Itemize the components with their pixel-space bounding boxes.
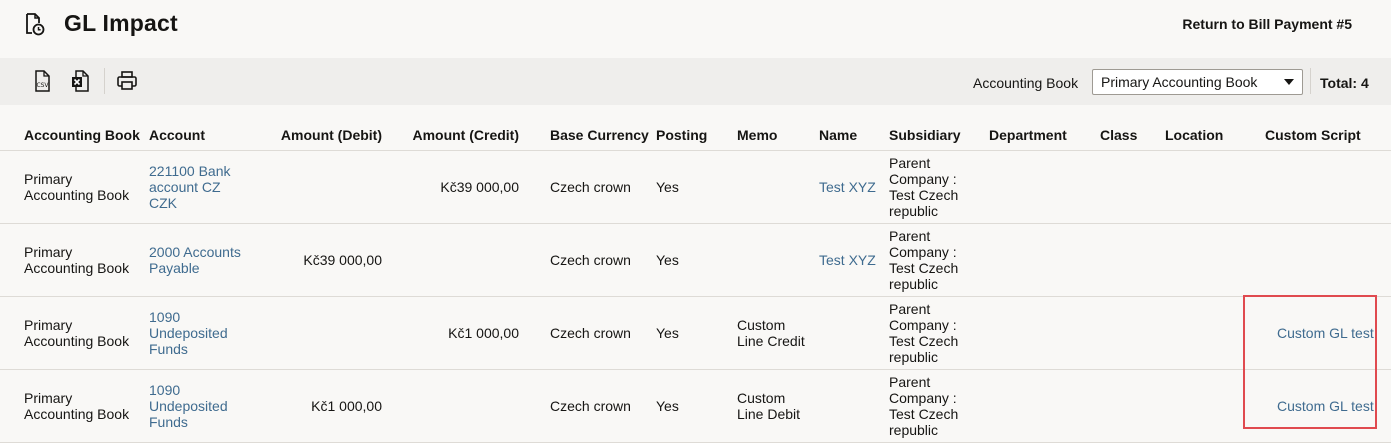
cell-department — [983, 368, 1094, 443]
excel-export-icon[interactable] — [70, 70, 92, 92]
cell-department — [983, 295, 1094, 369]
table-row: Primary Accounting Book 2000 Accounts Pa… — [0, 222, 1391, 296]
header-amount-debit[interactable]: Amount (Debit) — [249, 120, 388, 150]
cell-accounting-book: Primary Accounting Book — [0, 368, 143, 443]
cell-memo: Custom Line Debit — [731, 368, 813, 443]
header-memo[interactable]: Memo — [731, 120, 813, 150]
cell-memo: Custom Line Credit — [731, 295, 813, 369]
header-base-currency[interactable]: Base Currency — [525, 120, 650, 150]
cell-base-currency: Czech crown — [525, 295, 650, 369]
accounting-book-selected-value: Primary Accounting Book — [1101, 74, 1258, 90]
gl-impact-table: Accounting Book Account Amount (Debit) A… — [0, 120, 1391, 443]
cell-custom-script-link[interactable]: Custom GL test — [1247, 295, 1391, 369]
cell-memo — [731, 149, 813, 223]
print-icon[interactable] — [116, 70, 138, 92]
cell-name-link[interactable] — [813, 368, 883, 443]
cell-class — [1094, 222, 1159, 296]
cell-class — [1094, 368, 1159, 443]
cell-custom-script-link[interactable]: Custom GL test — [1247, 368, 1391, 443]
return-to-bill-payment-link[interactable]: Return to Bill Payment #5 — [1182, 16, 1352, 32]
cell-amount-credit — [388, 222, 525, 296]
cell-amount-debit — [249, 295, 388, 369]
cell-account-link[interactable]: 1090 Undeposited Funds — [143, 368, 249, 443]
cell-account-link[interactable]: 221100 Bank account CZ CZK — [143, 149, 249, 223]
cell-name-link[interactable]: Test XYZ — [813, 149, 883, 223]
header-amount-credit[interactable]: Amount (Credit) — [388, 120, 525, 150]
svg-text:CSV: CSV — [36, 82, 49, 89]
total-count: Total: 4 — [1320, 75, 1369, 91]
chevron-down-icon — [1284, 79, 1294, 85]
cell-base-currency: Czech crown — [525, 368, 650, 443]
csv-export-icon[interactable]: CSV — [32, 70, 54, 92]
table-row: Primary Accounting Book 1090 Undeposited… — [0, 368, 1391, 443]
toolbar-divider — [104, 68, 105, 94]
cell-posting: Yes — [650, 149, 731, 223]
cell-class — [1094, 295, 1159, 369]
cell-amount-credit: Kč39 000,00 — [388, 149, 525, 223]
accounting-book-select[interactable]: Primary Accounting Book — [1092, 69, 1303, 95]
cell-memo — [731, 222, 813, 296]
header-location[interactable]: Location — [1159, 120, 1247, 150]
toolbar-divider — [1310, 68, 1311, 94]
cell-subsidiary: Parent Company : Test Czech republic — [883, 149, 983, 223]
header-department[interactable]: Department — [983, 120, 1094, 150]
header-custom-script[interactable]: Custom Script — [1247, 120, 1391, 150]
cell-location — [1159, 149, 1247, 223]
cell-amount-debit: Kč39 000,00 — [249, 222, 388, 296]
cell-account-link[interactable]: 1090 Undeposited Funds — [143, 295, 249, 369]
cell-posting: Yes — [650, 295, 731, 369]
accounting-book-label: Accounting Book — [973, 75, 1079, 91]
cell-accounting-book: Primary Accounting Book — [0, 295, 143, 369]
header-name[interactable]: Name — [813, 120, 883, 150]
cell-department — [983, 149, 1094, 223]
gl-impact-document-icon — [24, 12, 46, 36]
cell-location — [1159, 295, 1247, 369]
header-subsidiary[interactable]: Subsidiary — [883, 120, 983, 150]
cell-posting: Yes — [650, 368, 731, 443]
cell-name-link[interactable]: Test XYZ — [813, 222, 883, 296]
cell-amount-credit — [388, 368, 525, 443]
cell-subsidiary: Parent Company : Test Czech republic — [883, 295, 983, 369]
header-posting[interactable]: Posting — [650, 120, 731, 150]
table-row: Primary Accounting Book 1090 Undeposited… — [0, 295, 1391, 369]
table-header-row: Accounting Book Account Amount (Debit) A… — [0, 120, 1391, 150]
header-class[interactable]: Class — [1094, 120, 1159, 150]
header-accounting-book[interactable]: Accounting Book — [0, 120, 143, 150]
cell-accounting-book: Primary Accounting Book — [0, 222, 143, 296]
cell-amount-debit: Kč1 000,00 — [249, 368, 388, 443]
cell-custom-script — [1247, 149, 1391, 223]
cell-location — [1159, 222, 1247, 296]
cell-amount-credit: Kč1 000,00 — [388, 295, 525, 369]
cell-base-currency: Czech crown — [525, 149, 650, 223]
cell-posting: Yes — [650, 222, 731, 296]
cell-location — [1159, 368, 1247, 443]
table-row: Primary Accounting Book 221100 Bank acco… — [0, 149, 1391, 223]
page-header: GL Impact Return to Bill Payment #5 — [0, 0, 1391, 56]
cell-accounting-book: Primary Accounting Book — [0, 149, 143, 223]
cell-account-link[interactable]: 2000 Accounts Payable — [143, 222, 249, 296]
header-account[interactable]: Account — [143, 120, 249, 150]
cell-amount-debit — [249, 149, 388, 223]
cell-base-currency: Czech crown — [525, 222, 650, 296]
cell-subsidiary: Parent Company : Test Czech republic — [883, 222, 983, 296]
toolbar: CSV Accounting Book Primary Accounting B… — [0, 58, 1391, 105]
page-title: GL Impact — [64, 10, 178, 36]
cell-department — [983, 222, 1094, 296]
cell-name-link[interactable] — [813, 295, 883, 369]
cell-custom-script — [1247, 222, 1391, 296]
cell-subsidiary: Parent Company : Test Czech republic — [883, 368, 983, 443]
cell-class — [1094, 149, 1159, 223]
